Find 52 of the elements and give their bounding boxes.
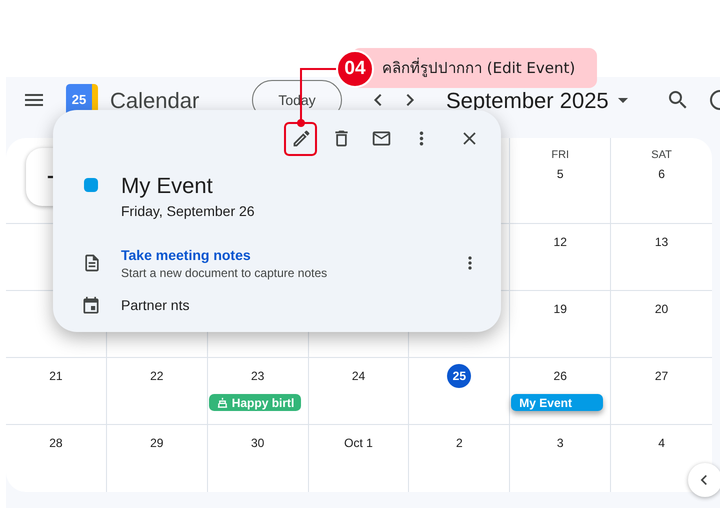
date-number[interactable]: 2 bbox=[456, 431, 463, 455]
date-number[interactable]: 6 bbox=[658, 162, 665, 186]
day-cell[interactable]: 30 bbox=[208, 425, 309, 492]
day-cell[interactable]: 22 bbox=[106, 358, 208, 425]
date-number[interactable]: 28 bbox=[49, 431, 63, 455]
date-number[interactable]: 29 bbox=[150, 431, 164, 455]
notes-link[interactable]: Take meeting notes bbox=[121, 245, 328, 265]
edit-icon[interactable] bbox=[290, 128, 312, 148]
weekday-label: FRI bbox=[551, 148, 570, 162]
day-cell[interactable]: SAT 6 bbox=[611, 138, 712, 224]
event-title: My Event bbox=[121, 172, 213, 200]
date-number[interactable]: 3 bbox=[556, 431, 564, 455]
day-cell[interactable]: 2 bbox=[409, 425, 510, 492]
day-cell[interactable]: Oct 1 bbox=[308, 425, 410, 492]
day-cell[interactable]: 25 bbox=[409, 358, 510, 425]
date-number[interactable]: 5 bbox=[556, 162, 564, 186]
month-label[interactable]: September 2025 bbox=[446, 84, 609, 116]
date-number[interactable]: 12 bbox=[554, 230, 567, 254]
day-cell[interactable]: 19 bbox=[510, 291, 612, 358]
day-cell[interactable]: 26 My Event bbox=[510, 358, 612, 425]
date-number[interactable]: 27 bbox=[654, 364, 668, 388]
date-number[interactable]: 24 bbox=[352, 364, 366, 388]
day-cell[interactable]: 20 bbox=[611, 291, 712, 358]
event-date: Friday, September 26 bbox=[121, 202, 256, 221]
date-number[interactable]: 26 bbox=[554, 364, 567, 388]
day-cell[interactable]: 28 bbox=[6, 425, 107, 492]
app-title: Calendar bbox=[110, 86, 200, 114]
date-number[interactable]: 13 bbox=[654, 230, 668, 254]
day-cell[interactable]: FRI 5 bbox=[510, 138, 612, 224]
date-number[interactable]: 23 bbox=[250, 364, 264, 388]
day-cell[interactable]: 13 bbox=[611, 224, 712, 291]
day-cell[interactable]: 29 bbox=[106, 425, 208, 492]
calendar-name: Partner nts bbox=[121, 296, 190, 315]
calendar-icon bbox=[81, 296, 101, 316]
cake-icon bbox=[216, 397, 228, 408]
day-cell[interactable]: 21 bbox=[6, 358, 107, 425]
notes-hint: Start a new document to capture notes bbox=[121, 265, 328, 281]
day-cell[interactable]: 4 bbox=[611, 425, 712, 492]
day-cell[interactable]: 23 Happy birtl bbox=[208, 358, 309, 425]
date-number[interactable]: 30 bbox=[250, 431, 264, 455]
day-cell[interactable]: 27 bbox=[611, 358, 712, 425]
date-number[interactable]: 21 bbox=[49, 364, 63, 388]
date-number[interactable]: 4 bbox=[658, 431, 665, 455]
date-number[interactable]: 22 bbox=[150, 364, 164, 388]
day-cell[interactable]: 24 bbox=[308, 358, 410, 425]
date-number[interactable]: 19 bbox=[554, 297, 567, 321]
day-cell[interactable]: 3 bbox=[510, 425, 612, 492]
date-number[interactable]: 25 bbox=[447, 364, 472, 388]
weekday-label: SAT bbox=[651, 148, 672, 162]
day-cell[interactable]: 12 bbox=[510, 224, 612, 291]
date-number[interactable]: 20 bbox=[654, 297, 668, 321]
date-number[interactable]: Oct 1 bbox=[344, 431, 373, 455]
